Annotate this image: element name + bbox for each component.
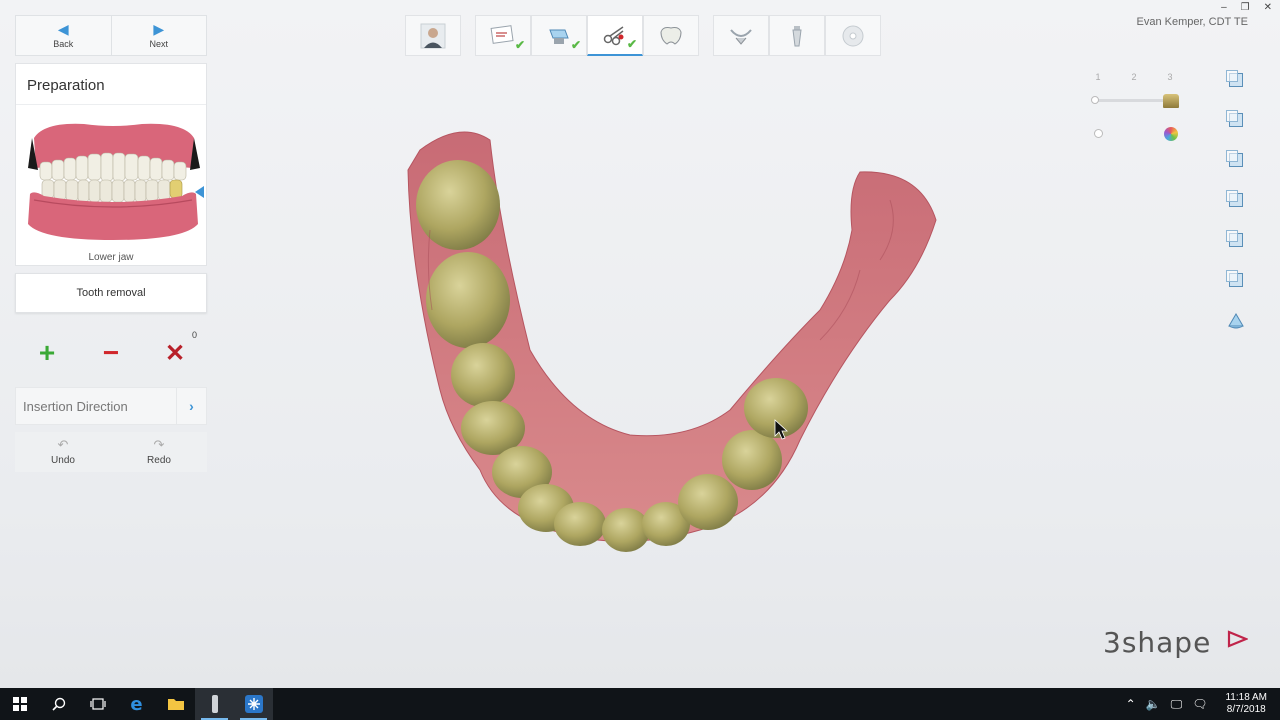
- workflow-step-preparation[interactable]: ✔: [587, 15, 643, 56]
- clock[interactable]: 11:18 AM 8/7/2018: [1220, 692, 1272, 716]
- view-reset-icon[interactable]: [1226, 310, 1246, 330]
- arrow-right-icon: ▶: [153, 21, 165, 37]
- redo-label: Redo: [147, 455, 171, 466]
- patient-photo-icon: [420, 23, 446, 48]
- panel-title: Preparation: [27, 77, 105, 94]
- redo-icon: ↷: [153, 437, 165, 452]
- divider: [16, 104, 206, 105]
- workflow-step-crown[interactable]: [643, 15, 699, 56]
- clear-button[interactable]: ✕: [143, 327, 207, 379]
- level-label[interactable]: 2: [1131, 72, 1136, 82]
- workflow-step-finish[interactable]: [825, 15, 881, 56]
- slider-handle[interactable]: [1091, 96, 1099, 104]
- back-label: Back: [53, 39, 74, 49]
- user-name: Evan Kemper, CDT TE: [1136, 16, 1248, 28]
- logo-arrow-icon: [1227, 630, 1248, 648]
- disc-icon: [842, 25, 864, 46]
- opacity-toggle[interactable]: [1094, 129, 1103, 138]
- level-label[interactable]: 3: [1167, 72, 1172, 82]
- close-icon[interactable]: ✕: [1264, 2, 1272, 13]
- undo-redo-row: ↶ Undo ↷ Redo: [15, 432, 207, 472]
- task-view-icon[interactable]: [78, 688, 117, 720]
- plus-icon: +: [38, 337, 56, 368]
- remove-tooth-button[interactable]: −: [79, 327, 143, 379]
- notifications-icon[interactable]: 🗨: [1192, 697, 1207, 711]
- chevron-right-icon: ›: [176, 388, 206, 424]
- tooth-action-row: + − ✕ 0: [15, 327, 207, 379]
- scanner-icon: [549, 29, 569, 44]
- x-icon: ✕: [164, 339, 186, 367]
- dental-system-app-icon[interactable]: [195, 688, 234, 720]
- brand-logo: 3shape: [1103, 626, 1212, 659]
- file-explorer-icon[interactable]: [156, 688, 195, 720]
- search-icon[interactable]: [39, 688, 78, 720]
- insertion-direction-label: Insertion Direction: [23, 398, 128, 414]
- view-tools: [1226, 70, 1246, 330]
- restore-icon[interactable]: ❐: [1241, 2, 1250, 13]
- workflow-step-articulator[interactable]: [713, 15, 769, 56]
- articulator-icon: [730, 28, 752, 45]
- edge-browser-icon[interactable]: e: [117, 688, 156, 720]
- taskbar: e ⌃ 🔈 🖵 🗨 11:18 AM 8/7/2018: [0, 688, 1280, 720]
- windows-start-icon[interactable]: [0, 688, 39, 720]
- undo-button[interactable]: ↶ Undo: [15, 432, 111, 472]
- level-label[interactable]: 1: [1095, 72, 1100, 82]
- clock-date: 8/7/2018: [1226, 704, 1266, 715]
- minimize-icon[interactable]: –: [1221, 2, 1227, 13]
- implant-icon: [792, 25, 802, 46]
- add-tooth-button[interactable]: +: [15, 327, 79, 379]
- undo-label: Undo: [51, 455, 75, 466]
- jaw-thumbnail[interactable]: [24, 120, 202, 244]
- minus-icon: −: [102, 337, 120, 368]
- check-icon: ✔: [514, 38, 525, 52]
- volume-icon[interactable]: 🔈: [1146, 697, 1161, 711]
- window-controls: – ❐ ✕: [1221, 2, 1272, 13]
- navigation-box: ◀ Back ▶ Next: [15, 15, 207, 56]
- workflow-step-order[interactable]: ✔: [475, 15, 531, 56]
- tooth-crown-icon: [660, 26, 682, 45]
- view-top-icon[interactable]: [1226, 230, 1246, 250]
- order-form-icon: [490, 24, 514, 44]
- view-right-icon[interactable]: [1226, 190, 1246, 210]
- back-button[interactable]: ◀ Back: [16, 16, 111, 55]
- visibility-level-labels: 1 2 3: [1080, 72, 1188, 82]
- color-wheel-icon[interactable]: [1164, 127, 1178, 141]
- tooth-removal-button[interactable]: Tooth removal: [15, 273, 207, 313]
- workflow-step-implant[interactable]: [769, 15, 825, 56]
- jaw-scan-viewport[interactable]: [300, 110, 1000, 570]
- transparency-slider[interactable]: [1091, 96, 1174, 104]
- system-tray: ⌃ 🔈 🖵 🗨 11:18 AM 8/7/2018: [1121, 688, 1280, 720]
- workflow-step-scan[interactable]: ✔: [531, 15, 587, 56]
- scissors-icon: [603, 26, 624, 46]
- view-back-icon[interactable]: [1226, 110, 1246, 130]
- network-icon[interactable]: 🖵: [1171, 697, 1183, 712]
- insertion-direction-button[interactable]: Insertion Direction ›: [15, 387, 207, 425]
- undo-icon: ↶: [57, 437, 69, 452]
- preparation-panel: Preparation Lower jaw: [15, 63, 207, 266]
- arrow-left-icon: ◀: [57, 21, 69, 37]
- view-front-icon[interactable]: [1226, 70, 1246, 90]
- selected-jaw-marker: [195, 186, 204, 198]
- workflow-step-patient[interactable]: [405, 15, 461, 56]
- view-bottom-icon[interactable]: [1226, 270, 1246, 290]
- view-left-icon[interactable]: [1226, 150, 1246, 170]
- next-label: Next: [149, 39, 168, 49]
- clock-time: 11:18 AM: [1225, 692, 1267, 703]
- tooth-shade-icon[interactable]: [1163, 94, 1179, 108]
- workflow-bar: ✔ ✔ ✔: [405, 15, 881, 56]
- check-icon: ✔: [626, 37, 637, 51]
- dental-design-app: – ❐ ✕ Evan Kemper, CDT TE ◀ Back ▶ Next …: [0, 0, 1280, 688]
- snowflake-app-icon[interactable]: [234, 688, 273, 720]
- chevron-up-icon[interactable]: ⌃: [1126, 697, 1136, 711]
- next-button[interactable]: ▶ Next: [110, 16, 207, 55]
- jaw-label: Lower jaw: [88, 252, 134, 263]
- check-icon: ✔: [570, 38, 581, 52]
- removal-count: 0: [191, 330, 197, 340]
- redo-button[interactable]: ↷ Redo: [111, 432, 207, 472]
